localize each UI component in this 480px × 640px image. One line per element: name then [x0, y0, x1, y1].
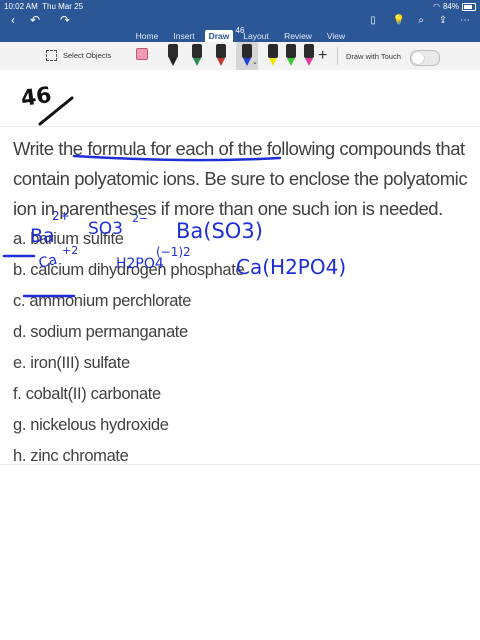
share-icon[interactable]: ⇪ — [436, 12, 450, 28]
battery-icon — [462, 2, 476, 11]
tab-review[interactable]: Review — [282, 30, 314, 42]
ink-ba-ion: Ba — [30, 225, 55, 247]
app-header: 10:02 AM Thu Mar 25 ◠ 84% ‹ ↶ ↷ 46 ▯ 💡 ⌕… — [0, 0, 480, 42]
phone-view-icon[interactable]: ▯ — [366, 12, 380, 28]
tab-home[interactable]: Home — [134, 30, 160, 42]
ink-ca-ion: Ca — [37, 252, 59, 272]
pen-red-tool[interactable] — [212, 42, 230, 70]
select-objects-label: Select Objects — [63, 51, 112, 60]
ribbon-tabs: Home Insert Draw Layout Review View — [0, 30, 480, 42]
more-icon[interactable]: ⋯ — [458, 12, 472, 28]
ink-annotation-layer: 46 Ba 2+ SO3 2− Ba(SO3) Ca +2 H2PO4 (−1)… — [2, 83, 346, 298]
draw-with-touch-label: Draw with Touch — [346, 52, 401, 61]
draw-ribbon: Select Objects ⌄ + Draw with Touch — [0, 42, 480, 71]
select-objects-button[interactable]: Select Objects — [46, 50, 111, 61]
eraser-tool[interactable] — [132, 42, 150, 70]
highlighter-yellow-tool[interactable] — [264, 42, 282, 70]
wifi-icon: ◠ — [433, 2, 440, 11]
battery-percent: 84% — [442, 2, 459, 11]
chevron-down-icon: ⌄ — [252, 59, 258, 66]
handwritten-problem-number: 46 — [19, 83, 53, 112]
highlighter-pink-tool[interactable] — [300, 42, 318, 70]
document-page[interactable]: Write the formula for each of the follow… — [0, 70, 480, 640]
lightbulb-icon[interactable]: 💡 — [392, 12, 406, 28]
status-right: ◠ 84% — [433, 2, 476, 11]
select-objects-icon — [46, 50, 57, 61]
search-icon[interactable]: ⌕ — [414, 12, 428, 28]
toggle-knob — [412, 52, 424, 64]
ink-so3-charge: 2− — [132, 212, 148, 225]
ink-h2po4-charge: (−1)2 — [156, 245, 191, 259]
undo-icon[interactable]: ↶ — [28, 12, 42, 28]
highlighter-green-tool[interactable] — [282, 42, 300, 70]
status-time: 10:02 AM Thu Mar 25 — [4, 2, 84, 11]
ink-underline-stroke — [72, 154, 282, 162]
tab-view[interactable]: View — [324, 30, 348, 42]
pen-black-tool[interactable] — [164, 42, 182, 70]
ink-so3-ion: SO3 — [88, 219, 123, 239]
tab-insert[interactable]: Insert — [170, 30, 198, 42]
status-bar: 10:02 AM Thu Mar 25 ◠ 84% — [0, 0, 480, 12]
ink-ba-formula: Ba(SO3) — [176, 219, 263, 243]
pen-blue-tool[interactable]: ⌄ — [236, 42, 258, 70]
draw-with-touch-toggle[interactable] — [410, 50, 440, 66]
back-chevron-icon[interactable]: ‹ — [6, 12, 20, 28]
tab-draw[interactable]: Draw — [205, 30, 233, 42]
ink-ca-formula: Ca(H2PO4) — [236, 255, 346, 279]
ink-ba-charge: 2+ — [52, 209, 70, 223]
title-toolbar: ‹ ↶ ↷ 46 ▯ 💡 ⌕ ⇪ ⋯ — [0, 12, 480, 35]
redo-icon[interactable]: ↷ — [58, 12, 72, 28]
ink-ca-charge: +2 — [62, 244, 78, 257]
tab-layout[interactable]: Layout — [241, 30, 271, 42]
pen-green-tool[interactable] — [188, 42, 206, 70]
add-pen-button[interactable]: + — [318, 47, 327, 65]
ribbon-divider — [337, 47, 338, 65]
